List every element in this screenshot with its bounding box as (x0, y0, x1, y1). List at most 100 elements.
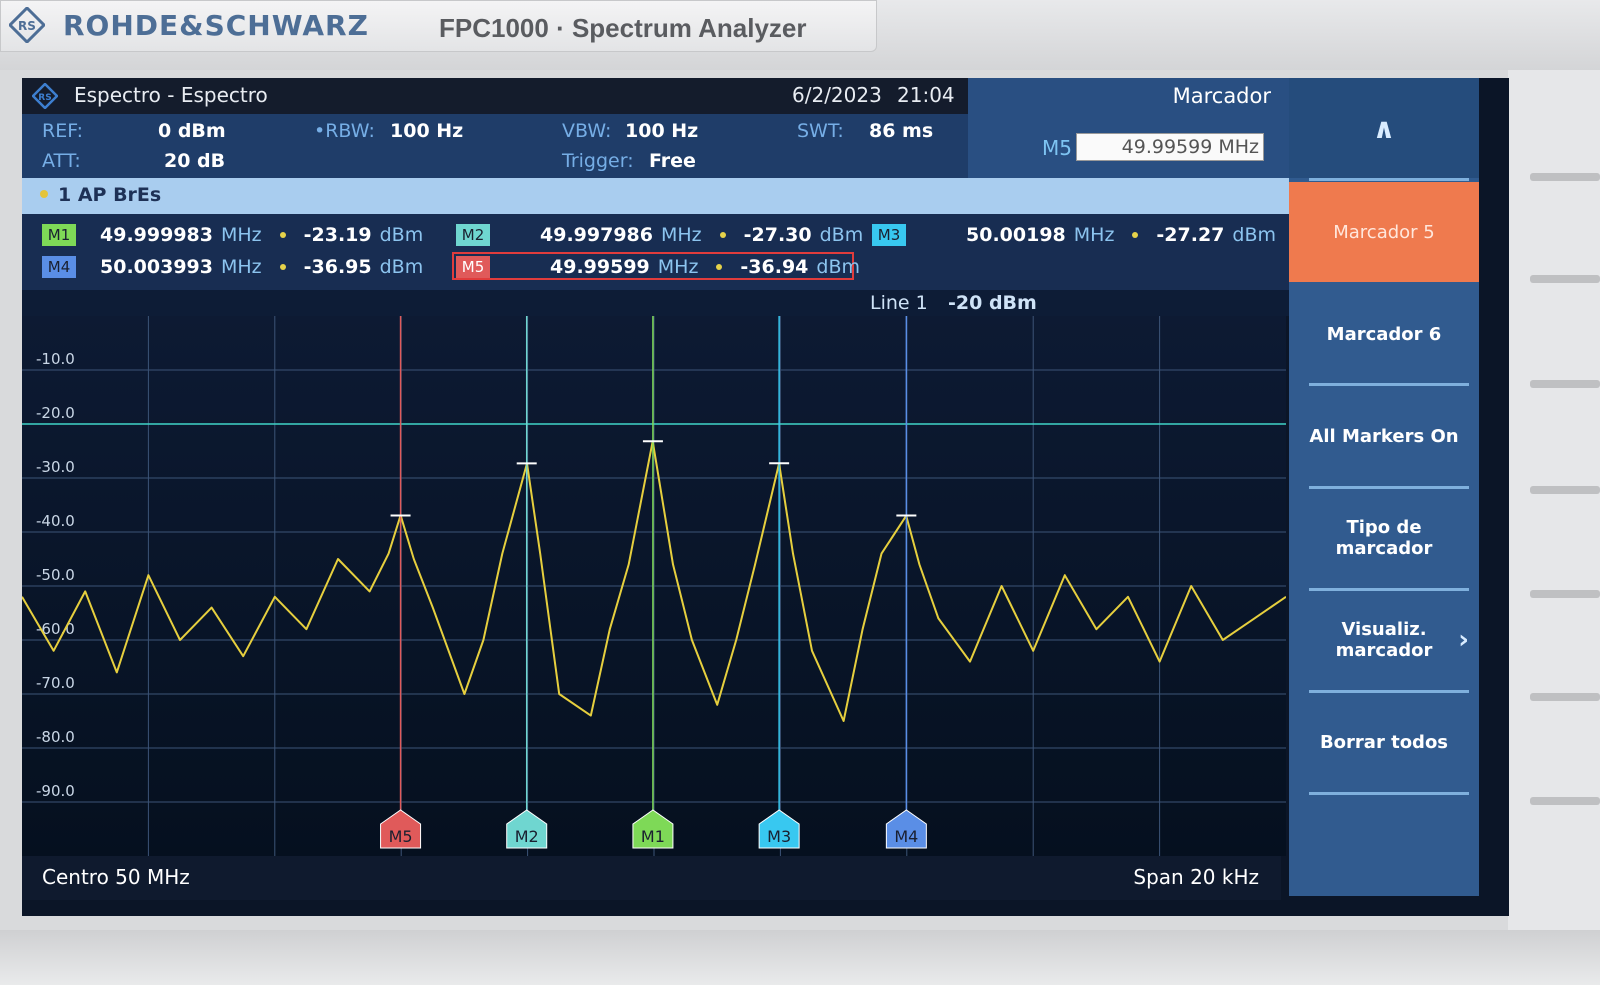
marker-level: -36.95 (303, 256, 372, 278)
y-tick-label: -10.0 (36, 350, 75, 368)
softkey-menu: ∧ Marcador 5 Marcador 6 All Markers On T… (1289, 78, 1479, 896)
separator-dot-icon (279, 264, 286, 270)
att-label: ATT: (42, 150, 81, 172)
marker-badge: M2 (456, 224, 490, 246)
marker-level-unit: dBm (816, 256, 861, 278)
separator-dot-icon (1132, 232, 1139, 238)
active-marker-name: M5 (1042, 136, 1072, 160)
marker-entry-panel: Marcador M5 (968, 78, 1291, 178)
marker-row-m5[interactable]: M5 49.99599 MHz -36.94 dBm (456, 254, 860, 280)
model-title: FPC1000 · Spectrum Analyzer (439, 13, 807, 43)
trace-bar: 1 AP BrEs (22, 178, 1291, 214)
y-tick-label: -40.0 (36, 512, 75, 530)
marker-frequency: 49.999983 (100, 224, 213, 246)
att-value[interactable]: 20 dB (164, 150, 225, 172)
marker-row-m3[interactable]: M3 50.00198 MHz -27.27 dBm (872, 222, 1276, 248)
y-tick-label: -70.0 (36, 674, 75, 692)
marker-level-unit: dBm (819, 224, 864, 246)
marker-row-m1[interactable]: M1 49.999983 MHz -23.19 dBm (42, 222, 423, 248)
y-tick-labels: -10.0-20.0-30.0-40.0-50.0-60.0-70.0-80.0… (36, 350, 75, 800)
trigger-label: Trigger: (562, 150, 634, 172)
marker-level-unit: dBm (379, 224, 424, 246)
marker-table: M1 49.999983 MHz -23.19 dBm M2 49.997986… (22, 214, 1291, 290)
softkey-label: Tipo de marcador (1335, 517, 1433, 559)
spectrum-plot[interactable]: -10.0-20.0-30.0-40.0-50.0-60.0-70.0-80.0… (22, 316, 1286, 856)
marker-badge: M1 (42, 224, 76, 246)
rbw-label: •RBW: (314, 120, 375, 142)
swt-label: SWT: (797, 120, 844, 142)
trace-dot-icon (40, 190, 48, 198)
trigger-value[interactable]: Free (649, 150, 696, 172)
marker-flag-label: M1 (641, 827, 665, 846)
marker-frequency-unit: MHz (657, 256, 699, 278)
softkey-clear-all[interactable]: Borrar todos (1289, 692, 1479, 792)
center-frequency[interactable]: Centro 50 MHz (42, 865, 190, 889)
marker-badge: M3 (872, 224, 906, 246)
svg-text:RS: RS (18, 19, 36, 33)
marker-badge: M5 (456, 256, 490, 278)
separator-dot-icon (279, 232, 286, 238)
y-tick-label: -30.0 (36, 458, 75, 476)
marker-frequency-unit: MHz (220, 256, 262, 278)
marker-panel-title: Marcador (1172, 84, 1271, 108)
marker-level: -23.19 (303, 224, 372, 246)
bezel-ridge (1530, 380, 1600, 388)
marker-frequency: 49.997986 (540, 224, 653, 246)
softkey-marker-6[interactable]: Marcador 6 (1289, 284, 1479, 384)
marker-flag-label: M5 (389, 827, 413, 846)
softkey-label: Visualiz. marcador (1335, 619, 1433, 661)
softkey-marker-5[interactable]: Marcador 5 (1289, 182, 1479, 282)
ref-value[interactable]: 0 dBm (158, 120, 226, 142)
softkey-label: Borrar todos (1319, 731, 1449, 753)
marker-level-unit: dBm (379, 256, 424, 278)
chevron-right-icon: › (1458, 625, 1469, 655)
swt-value[interactable]: 86 ms (869, 120, 933, 142)
trace-label[interactable]: 1 AP BrEs (58, 184, 161, 206)
marker-flag-label: M3 (767, 827, 791, 846)
softkey-all-markers-on[interactable]: All Markers On (1289, 386, 1479, 486)
softkey-divider (1309, 178, 1469, 181)
softkey-label: All Markers On (1309, 425, 1459, 447)
marker-frequency-unit: MHz (220, 224, 262, 246)
softkey-divider (1309, 792, 1469, 795)
svg-text:RS: RS (38, 93, 51, 103)
marker-frequency: 50.00198 (966, 224, 1066, 246)
y-tick-label: -20.0 (36, 404, 75, 422)
marker-flag-label: M4 (894, 827, 918, 846)
line-value: -20 dBm (948, 292, 1037, 314)
separator-dot-icon (716, 264, 723, 270)
marker-row-m4[interactable]: M4 50.003993 MHz -36.95 dBm (42, 254, 423, 280)
bezel-ridge (1530, 275, 1600, 283)
marker-frequency-input[interactable] (1076, 133, 1264, 161)
vbw-value[interactable]: 100 Hz (625, 120, 698, 142)
marker-level: -27.30 (743, 224, 812, 246)
analyzer-screen: RS Espectro - Espectro 6/2/2023 21:04 RE… (22, 78, 1509, 916)
marker-frequency-unit: MHz (1073, 224, 1115, 246)
bezel-ridge (1530, 173, 1600, 181)
softkey-marker-type[interactable]: Tipo de marcador (1289, 488, 1479, 588)
title-bar: RS Espectro - Espectro 6/2/2023 21:04 (22, 78, 968, 114)
marker-frequency: 50.003993 (100, 256, 213, 278)
marker-level-unit: dBm (1232, 224, 1277, 246)
menu-up-button[interactable]: ∧ (1289, 78, 1479, 178)
marker-frequency-unit: MHz (660, 224, 702, 246)
display-line-info: Line 1 -20 dBm (22, 290, 1291, 316)
span-value[interactable]: Span 20 kHz (1133, 865, 1259, 889)
marker-badge: M4 (42, 256, 76, 278)
separator-dot-icon (719, 232, 726, 238)
marker-frequency: 49.99599 (550, 256, 650, 278)
bezel-ridge (1530, 486, 1600, 494)
rbw-value[interactable]: 100 Hz (390, 120, 463, 142)
brand-plate: RS ROHDE&SCHWARZ FPC1000 · Spectrum Anal… (0, 0, 877, 52)
rs-logo-icon: RS (9, 7, 45, 43)
time-label: 21:04 (897, 83, 955, 107)
marker-flag-label: M2 (515, 827, 539, 846)
y-tick-label: -90.0 (36, 782, 75, 800)
marker-row-m2[interactable]: M2 49.997986 MHz -27.30 dBm (456, 222, 863, 248)
device-bezel-bottom (0, 930, 1600, 985)
chevron-up-icon: ∧ (1372, 111, 1396, 145)
softkey-marker-display[interactable]: Visualiz. marcador › (1289, 590, 1479, 690)
y-tick-label: -80.0 (36, 728, 75, 746)
measurement-title: Espectro - Espectro (74, 83, 268, 107)
settings-panel: REF: 0 dBm ATT: 20 dB •RBW: 100 Hz VBW: … (22, 114, 968, 178)
